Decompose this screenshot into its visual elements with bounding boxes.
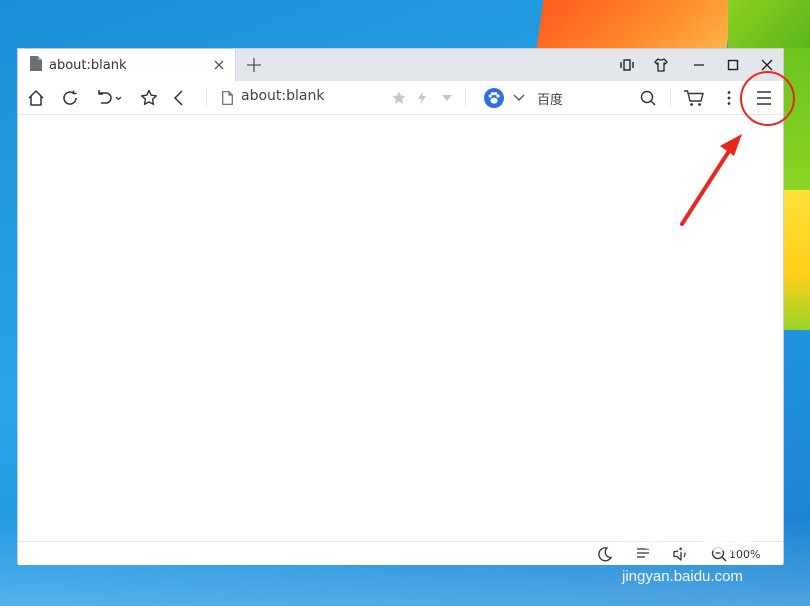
desktop-wallpaper-green-edge <box>784 48 810 190</box>
address-dropdown-icon[interactable] <box>440 86 454 110</box>
tab-active[interactable]: about:blank <box>18 49 236 81</box>
minimize-icon[interactable] <box>686 53 712 77</box>
toolbar-separator <box>206 89 207 107</box>
watermark: Bai 经验 jingyan.baidu.com <box>620 516 795 596</box>
watermark-url: jingyan.baidu.com <box>622 568 743 585</box>
refresh-icon[interactable] <box>58 86 82 110</box>
address-bar-input[interactable]: about:blank <box>241 88 324 104</box>
desktop-wallpaper-green <box>728 0 810 48</box>
night-mode-moon-icon[interactable] <box>597 545 613 563</box>
search-input[interactable]: 百度 <box>537 89 563 108</box>
back-arrow-icon[interactable] <box>169 86 189 110</box>
shopping-cart-icon[interactable] <box>682 86 706 110</box>
page-icon <box>30 55 42 75</box>
annotation-arrow <box>680 134 742 226</box>
more-vertical-icon[interactable] <box>722 86 736 110</box>
tab-close-icon[interactable] <box>207 53 231 77</box>
tab-title: about:blank <box>49 57 127 73</box>
baidu-paw-icon[interactable] <box>483 86 505 110</box>
svg-text:Bai: Bai <box>622 525 668 555</box>
skin-icon[interactable] <box>648 53 674 77</box>
new-tab-button[interactable] <box>242 53 266 77</box>
search-engine-chevron-down-icon[interactable] <box>511 86 527 110</box>
page-content-area[interactable] <box>18 115 783 541</box>
maximize-icon[interactable] <box>720 53 746 77</box>
toolbar-separator <box>465 89 466 107</box>
page-icon <box>220 86 234 110</box>
window-mode-icon[interactable] <box>614 53 640 77</box>
undo-close-tab-button[interactable] <box>94 86 126 110</box>
browser-window: about:blank about:blank 百度 100% <box>17 48 784 565</box>
toolbar-separator <box>670 89 671 107</box>
desktop-wallpaper-orange <box>536 0 734 48</box>
annotation-circle <box>740 71 795 126</box>
watermark-logo: Bai 经验 <box>621 523 753 556</box>
bookmark-star-icon[interactable] <box>390 86 408 110</box>
lightning-icon[interactable] <box>415 86 429 110</box>
favorites-star-icon[interactable] <box>137 86 161 110</box>
svg-text:经验: 经验 <box>704 526 752 554</box>
desktop-wallpaper-yellow <box>784 190 810 330</box>
tab-bar: about:blank <box>18 49 783 81</box>
browser-toolbar: about:blank 百度 <box>18 81 783 115</box>
search-icon[interactable] <box>637 86 659 110</box>
home-icon[interactable] <box>24 86 48 110</box>
